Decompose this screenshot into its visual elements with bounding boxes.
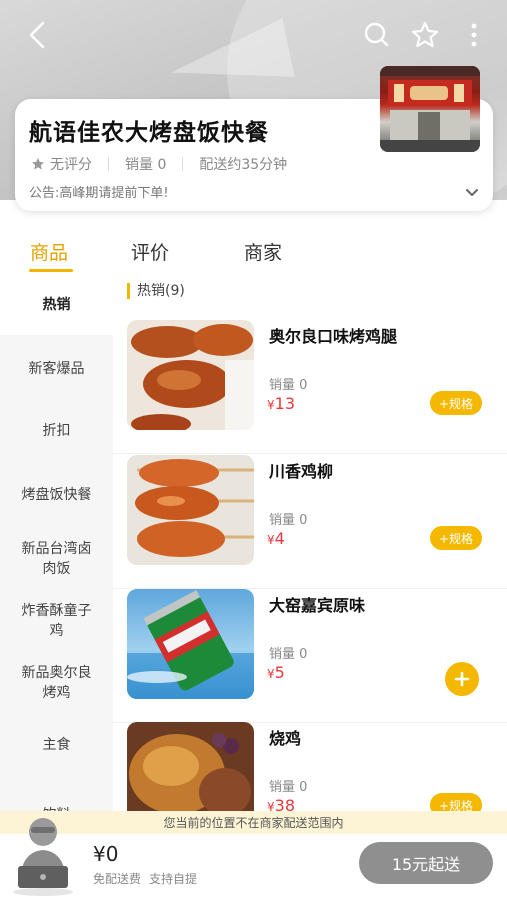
product-sales: 销量 0	[269, 647, 308, 662]
cart-total: ¥0	[93, 842, 119, 866]
product-item[interactable]: 川香鸡柳 销量 0 ¥4 +规格	[113, 455, 507, 589]
sidebar-item-staple[interactable]: 主食	[0, 715, 113, 775]
cart-icon[interactable]	[12, 814, 74, 896]
product-price: ¥4	[267, 529, 285, 548]
category-sidebar: 热销 新客爆品 折扣 烤盘饭快餐 新品台湾卤肉饭 炸香酥童子鸡 新品奥尔良烤鸡 …	[0, 275, 113, 823]
store-name: 航语佳农大烤盘饭快餐	[29, 120, 269, 146]
chevron-left-icon[interactable]	[20, 18, 54, 52]
delivery-range-notice: 您当前的位置不在商家配送范围内	[0, 811, 507, 834]
cart-bar: ¥0 免配送费 支持自提 15元起送	[0, 818, 507, 900]
monthly-sales: 销量 0	[125, 157, 167, 173]
product-name: 烧鸡	[269, 729, 302, 748]
tab-products[interactable]: 商品	[30, 238, 68, 265]
store-notice: 公告:高峰期请提前下单!	[29, 186, 169, 201]
sidebar-item-rice-plate[interactable]: 烤盘饭快餐	[0, 465, 113, 525]
plus-icon	[454, 671, 470, 687]
product-sales: 销量 0	[269, 513, 308, 528]
self-pickup-label: 支持自提	[149, 872, 198, 886]
more-vertical-icon[interactable]	[457, 18, 491, 52]
section-title: 热销(9)	[127, 283, 185, 299]
product-item[interactable]: 奥尔良口味烤鸡腿 销量 0 ¥13 +规格	[113, 320, 507, 454]
checkout-button[interactable]: 15元起送	[359, 842, 493, 884]
choose-spec-button[interactable]: +规格	[430, 391, 482, 415]
product-sales: 销量 0	[269, 378, 308, 393]
star-icon[interactable]	[408, 18, 442, 52]
product-price: ¥13	[267, 394, 295, 413]
product-name: 大窑嘉宾原味	[269, 596, 366, 615]
sidebar-item-discount[interactable]: 折扣	[0, 401, 113, 461]
rating-star-icon	[32, 158, 44, 170]
product-item[interactable]: 大窑嘉宾原味 销量 0 ¥5	[113, 589, 507, 723]
product-sales: 销量 0	[269, 780, 308, 795]
tab-reviews[interactable]: 评价	[131, 238, 169, 265]
product-image	[127, 589, 254, 699]
tab-bar: 商品 评价 商家	[0, 232, 507, 272]
free-delivery-label: 免配送费	[93, 872, 142, 886]
product-image	[127, 320, 254, 430]
store-photo	[380, 66, 480, 152]
rating-text: 无评分	[50, 157, 92, 173]
sidebar-item-braised-pork[interactable]: 新品台湾卤肉饭	[0, 529, 113, 589]
delivery-time: 配送约35分钟	[199, 157, 288, 173]
product-image	[127, 455, 254, 565]
product-name: 川香鸡柳	[269, 462, 334, 481]
product-price: ¥5	[267, 663, 285, 682]
sidebar-item-fried-chicken[interactable]: 炸香酥童子鸡	[0, 591, 113, 651]
product-name: 奥尔良口味烤鸡腿	[269, 327, 398, 346]
cart-subtext: 免配送费 支持自提	[93, 870, 197, 887]
store-meta: 无评分 销量 0 配送约35分钟	[31, 154, 287, 174]
tab-merchant[interactable]: 商家	[244, 238, 282, 265]
add-to-cart-button[interactable]	[445, 662, 479, 696]
search-icon[interactable]	[359, 18, 393, 52]
active-tab-indicator	[29, 269, 73, 272]
sidebar-item-hot[interactable]: 热销	[0, 275, 113, 335]
chevron-down-icon[interactable]	[465, 183, 479, 202]
sidebar-item-new-customer[interactable]: 新客爆品	[0, 339, 113, 399]
sidebar-item-orleans-chicken[interactable]: 新品奥尔良烤鸡	[0, 653, 113, 713]
choose-spec-button[interactable]: +规格	[430, 526, 482, 550]
